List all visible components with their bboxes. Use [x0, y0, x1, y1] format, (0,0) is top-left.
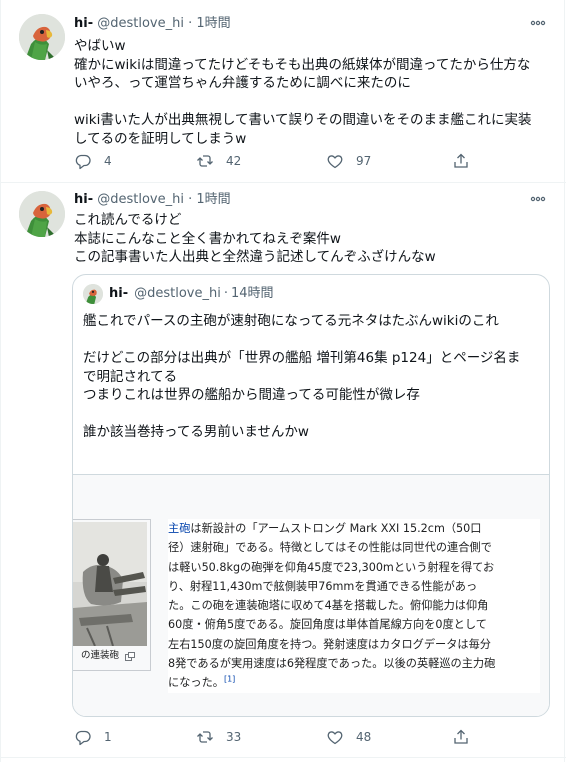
timestamp[interactable]: 1時間: [196, 16, 230, 31]
quote-text-line: つまりこれは世界の艦船から間違ってる可能性が微レ存: [83, 387, 420, 403]
author-handle: @destlove_hi: [134, 286, 221, 301]
tweet-text-line: 確かにwikiは間違ってたけどそもそも出典の紙媒体が間違ってたから仕方な: [74, 56, 531, 73]
avatar: [83, 284, 103, 304]
author-name[interactable]: hi-: [74, 192, 93, 207]
reply-button[interactable]: 1: [74, 727, 112, 747]
author-handle[interactable]: @destlove_hi: [97, 16, 184, 31]
like-count: 97: [356, 154, 372, 168]
wiki-caption-text: の連装砲: [81, 650, 120, 661]
quote-text-line: で明記されてる: [83, 368, 178, 385]
tweet-text-line: してるのを証明してしまうw: [74, 130, 247, 147]
wiki-thumbnail: の連装砲: [73, 519, 151, 671]
more-icon[interactable]: [530, 17, 546, 29]
retweet-button[interactable]: 33: [196, 727, 241, 747]
tweet-text-gap: [74, 93, 552, 112]
reply-icon: [74, 152, 92, 170]
wiki-link-main-gun: 主砲: [168, 522, 191, 535]
separator: ·: [188, 16, 193, 31]
quoted-tweet-text: 艦これでパースの主砲が速射砲になってる元ネタはたぶんwikiのこれ だけどこの部…: [83, 312, 541, 442]
tweet-divider: [0, 757, 566, 758]
avatar[interactable]: [19, 191, 65, 237]
tweet-text-line: 本誌にこんなこと全く書かれてねえぞ案件w: [74, 230, 341, 247]
separator: ·: [223, 286, 228, 301]
tweet[interactable]: hi- @destlove_hi · 1時間 これ読んでるけど 本誌にこんなこと…: [0, 183, 566, 758]
wiki-citation-ref: [1]: [223, 674, 236, 684]
wiki-line: 左右150度の旋回角度を持つ。発射速度はカタログデータは毎分: [168, 637, 491, 651]
heart-icon: [326, 152, 344, 170]
author-handle[interactable]: @destlove_hi: [97, 192, 184, 207]
tweet-header: hi- @destlove_hi · 1時間: [74, 15, 231, 33]
retweet-icon: [196, 728, 214, 746]
retweet-count: 42: [226, 154, 242, 168]
separator: ·: [188, 192, 193, 207]
quoted-tweet-header: hi- @destlove_hi · 14時間: [83, 284, 274, 304]
quoted-tweet[interactable]: hi- @destlove_hi · 14時間 艦これでパースの主砲が速射砲にな…: [72, 274, 550, 717]
share-icon: [452, 152, 470, 170]
like-button[interactable]: 48: [326, 727, 371, 747]
quote-text-line: 艦これでパースの主砲が速射砲になってる元ネタはたぶんwikiのこれ: [83, 313, 499, 329]
tweet-text-line: いやろ、って運営ちゃん弁護するために調べに来たのに: [74, 75, 411, 91]
wiki-line: 径）速射砲」である。特徴としてはその性能は同世代の連合側で: [168, 541, 492, 555]
tweet-actions: 4 42 97: [74, 151, 486, 171]
like-button[interactable]: 97: [326, 151, 371, 171]
tweet-text-line: wiki書いた人が出典無視して書いて誤りその間違いをそのまま艦これに実装: [74, 112, 532, 128]
tweet-text: これ読んでるけど 本誌にこんなこと全く書かれてねえぞ案件w この記事書いた人出典…: [74, 211, 552, 267]
wiki-line: になった。[1]: [168, 673, 540, 692]
tweet-header: hi- @destlove_hi · 1時間: [74, 191, 231, 209]
share-icon: [452, 728, 470, 746]
reply-icon: [74, 728, 92, 746]
reply-count: 1: [104, 730, 112, 744]
timestamp: 14時間: [230, 286, 274, 301]
heart-icon: [326, 728, 344, 746]
wiki-line: は軽い50.8kgの砲弾を仰角45度で23,300mという射程を得てお: [168, 560, 495, 574]
wiki-caption: の連装砲: [81, 649, 136, 663]
share-button[interactable]: [452, 151, 470, 171]
author-name: hi-: [109, 286, 129, 301]
wiki-screenshot-image[interactable]: の連装砲 主砲は新設計の「アームストロング Mark XXI 15.2cm（50…: [73, 474, 549, 716]
tweet[interactable]: hi- @destlove_hi · 1時間 やばいw 確かにwikiは間違って…: [0, 0, 566, 182]
wiki-line-text: になった。: [168, 676, 224, 690]
tweet-text-line: この記事書いた人出典と全然違う記述してんぞふざけんなw: [74, 249, 436, 265]
tweet-text-line: これ読んでるけど: [74, 212, 182, 228]
retweet-button[interactable]: 42: [196, 151, 241, 171]
author-name[interactable]: hi-: [74, 16, 93, 31]
wiki-line: 8発であるが実用速度は6発程度であった。以後の英軽巡の主力砲: [168, 657, 496, 671]
quote-text-line: だけどこの部分は出典が「世界の艦船 増刊第46集 p124」とページ名ま: [83, 350, 521, 366]
wiki-line: た。この砲を連装砲塔に収めて4基を搭載した。俯仰能力は仰角: [168, 599, 489, 613]
quote-text-gap: [83, 405, 541, 424]
retweet-icon: [196, 152, 214, 170]
wiki-line-text: は新設計の「アームストロング Mark XXI 15.2cm（50口: [190, 522, 482, 535]
reply-count: 4: [104, 154, 112, 168]
wiki-line: 主砲は新設計の「アームストロング Mark XXI 15.2cm（50口: [168, 519, 540, 538]
wiki-line: り、射程11,430mで舷側装甲76mmを貫通できる性能があっ: [168, 579, 478, 593]
gun-turret-photo: [73, 522, 147, 646]
tweet-text: やばいw 確かにwikiは間違ってたけどそもそも出典の紙媒体が間違ってたから仕方…: [74, 37, 552, 148]
tweet-actions: 1 33 48: [74, 727, 486, 747]
share-button[interactable]: [452, 727, 470, 747]
like-count: 48: [356, 730, 372, 744]
wiki-article-text: 主砲は新設計の「アームストロング Mark XXI 15.2cm（50口 径）速…: [168, 519, 540, 693]
avatar[interactable]: [19, 14, 65, 60]
reply-button[interactable]: 4: [74, 151, 112, 171]
enlarge-icon: [125, 651, 136, 661]
quote-text-gap: [83, 331, 541, 350]
timestamp[interactable]: 1時間: [196, 192, 230, 207]
more-icon[interactable]: [530, 193, 546, 205]
quote-text-line: 誰か該当巻持ってる男前いませんかw: [83, 424, 309, 440]
retweet-count: 33: [226, 730, 242, 744]
tweet-text-line: やばいw: [74, 38, 126, 54]
wiki-line: 60度・俯角5度である。旋回角度は単体首尾線方向を0度として: [168, 618, 487, 632]
